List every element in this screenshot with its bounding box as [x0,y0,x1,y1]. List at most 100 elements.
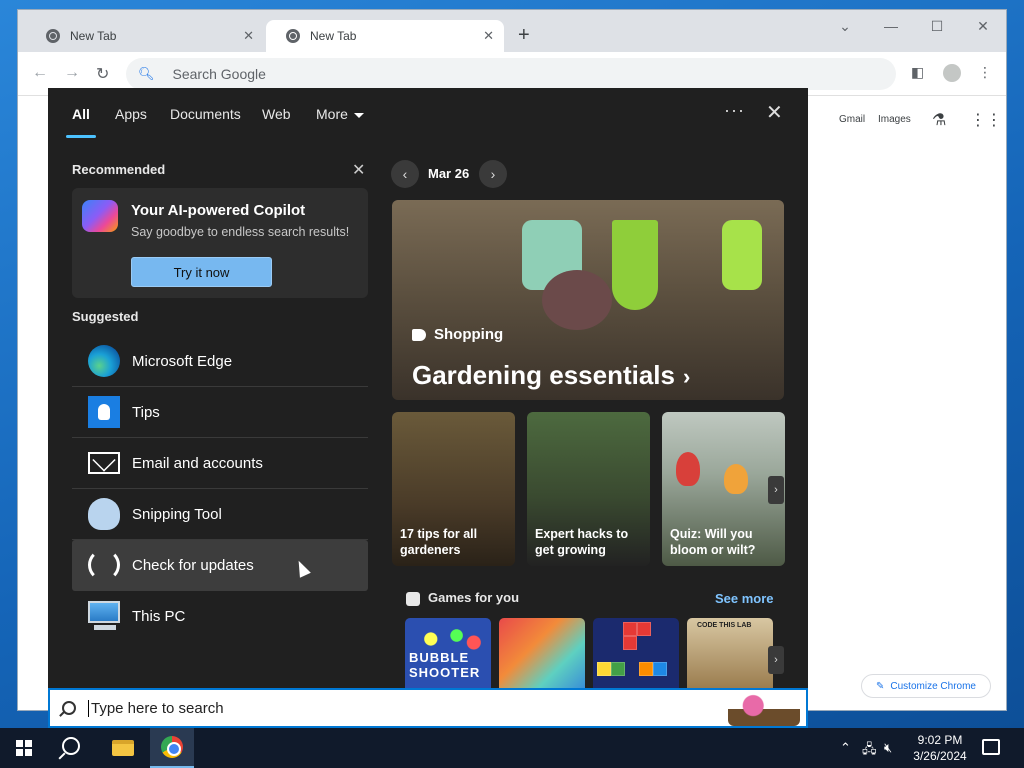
suggested-item-this-pc[interactable]: This PC [72,591,368,642]
search-flyout: All Apps Documents Web More ··· ✕ Recomm… [48,88,808,688]
close-flyout-icon[interactable]: ✕ [766,100,783,125]
games-heading: Games for you [406,590,519,606]
block-image [637,622,651,636]
article-caption: 17 tips for all gardeners [400,527,478,557]
reload-button[interactable]: ↻ [96,64,109,84]
suggested-item-snipping-tool[interactable]: Snipping Tool [72,489,368,540]
tab-strip: New Tab ✕ New Tab ✕ + ⌄ — ☐ ✕ [18,10,1006,52]
article-card-1[interactable]: 17 tips for all gardeners [392,412,515,566]
start-button-windows-icon[interactable] [16,740,32,756]
chevron-down-icon [353,112,364,118]
article-caption: Expert hacks to get growing [535,527,629,557]
images-link[interactable]: Images [878,114,911,125]
maximize-button[interactable]: ☐ [914,10,960,42]
clock-time: 9:02 PM [917,733,963,747]
computer-icon [88,601,120,630]
close-tab-icon[interactable]: ✕ [243,28,254,44]
suggested-item-tips[interactable]: Tips [72,387,368,438]
game-title: BUBBLE SHOOTER [409,650,481,680]
hero-category-label: Shopping [434,326,504,343]
taskbar-search-box[interactable]: Type here to search [48,688,808,728]
chrome-taskbar-icon[interactable] [150,728,194,768]
address-bar[interactable]: 🔍︎ Search Google [126,58,896,90]
hero-category: Shopping [412,326,503,343]
show-hidden-icons-chevron-icon[interactable]: ⌃ [840,740,851,756]
chrome-favicon-icon [286,29,300,43]
search-scope-tabs: All Apps Documents Web More ··· ✕ [48,88,808,138]
volume-muted-icon[interactable]: 🔇︎ [884,740,892,756]
tips-icon [88,396,120,428]
suggested-item-email-accounts[interactable]: Email and accounts [72,438,368,489]
suggested-item-label: Microsoft Edge [132,352,233,370]
see-more-link[interactable]: See more [715,591,774,606]
suggested-list: Microsoft Edge Tips Email and accounts S… [72,336,368,642]
tab-apps[interactable]: Apps [115,106,147,122]
tab-more-label: More [316,106,348,122]
copilot-subtitle: Say goodbye to endless search results! [131,225,350,239]
menu-dots-icon[interactable]: ⋮ [978,64,992,81]
labs-flask-icon[interactable]: ⚗ [932,110,946,130]
address-bar-placeholder: Search Google [172,66,266,82]
new-tab-button[interactable]: + [518,24,530,47]
tab-search-icon[interactable]: ⌄ [822,10,868,42]
copilot-logo-icon [82,200,118,232]
tab-web[interactable]: Web [262,106,291,122]
browser-tab-1[interactable]: New Tab ✕ [26,20,264,52]
apps-grid-icon[interactable]: ⋮⋮ [970,110,1002,130]
customize-chrome-label: Customize Chrome [890,680,976,692]
dismiss-recommended-icon[interactable]: ✕ [352,160,365,180]
next-day-button[interactable]: › [479,160,507,188]
search-icon: 🔍︎ [138,66,155,81]
more-options-icon[interactable]: ··· [724,100,745,121]
hero-title: Gardening essentials › [412,360,690,391]
games-next-arrow-icon[interactable]: › [768,646,784,674]
article-card-3[interactable]: Quiz: Will you bloom or wilt? [662,412,785,566]
refresh-icon [88,549,120,581]
cards-next-arrow-icon[interactable]: › [768,476,784,504]
game-tile-2[interactable] [499,618,585,688]
notifications-icon[interactable] [982,739,1000,755]
game-tile-bubble-shooter[interactable]: BUBBLE SHOOTER [405,618,491,688]
forward-button[interactable]: → [64,64,80,82]
clock-date: 3/26/2024 [913,749,967,763]
mail-icon [88,452,120,474]
tab-more[interactable]: More [316,106,364,122]
gmail-link[interactable]: Gmail [839,114,865,125]
try-it-now-button[interactable]: Try it now [131,257,272,287]
chevron-right-icon: › [682,364,691,389]
suggested-item-microsoft-edge[interactable]: Microsoft Edge [72,336,368,387]
tab-documents[interactable]: Documents [170,106,241,122]
network-icon[interactable]: 🖧︎ [862,740,877,762]
taskbar-search-icon[interactable] [62,737,80,755]
game-tile-chess[interactable]: CODE THIS LAB [687,618,773,688]
customize-chrome-button[interactable]: ✎ Customize Chrome [861,674,991,698]
window-controls: ⌄ — ☐ ✕ [822,10,1006,42]
back-button[interactable]: ← [32,64,48,82]
clock[interactable]: 9:02 PM 3/26/2024 [905,732,975,764]
block-image [611,662,625,676]
tab-all[interactable]: All [66,106,96,138]
hero-card-gardening[interactable]: Shopping Gardening essentials › [392,200,784,400]
file-explorer-icon[interactable] [112,740,134,756]
game-title: CODE THIS LAB [697,622,752,629]
flower-pot-image [542,270,612,330]
suggested-item-label: Tips [132,403,160,421]
suggested-item-check-for-updates[interactable]: Check for updates [72,540,368,591]
tulip-image [724,464,748,494]
close-tab-icon[interactable]: ✕ [483,28,494,44]
search-input[interactable]: Type here to search [88,699,224,717]
article-card-2[interactable]: Expert hacks to get growing [527,412,650,566]
search-icon [62,701,76,715]
side-panel-icon[interactable]: ◧ [911,64,924,81]
profile-avatar[interactable] [943,64,961,82]
trowel-image [612,220,658,310]
block-image [653,662,667,676]
game-tile-blocks[interactable] [593,618,679,688]
copilot-title: Your AI-powered Copilot [131,202,306,219]
minimize-button[interactable]: — [868,10,914,42]
close-window-button[interactable]: ✕ [960,10,1006,42]
block-image [639,662,653,676]
browser-tab-2[interactable]: New Tab ✕ [266,20,504,52]
previous-day-button[interactable]: ‹ [391,160,419,188]
tab-title: New Tab [70,29,117,43]
